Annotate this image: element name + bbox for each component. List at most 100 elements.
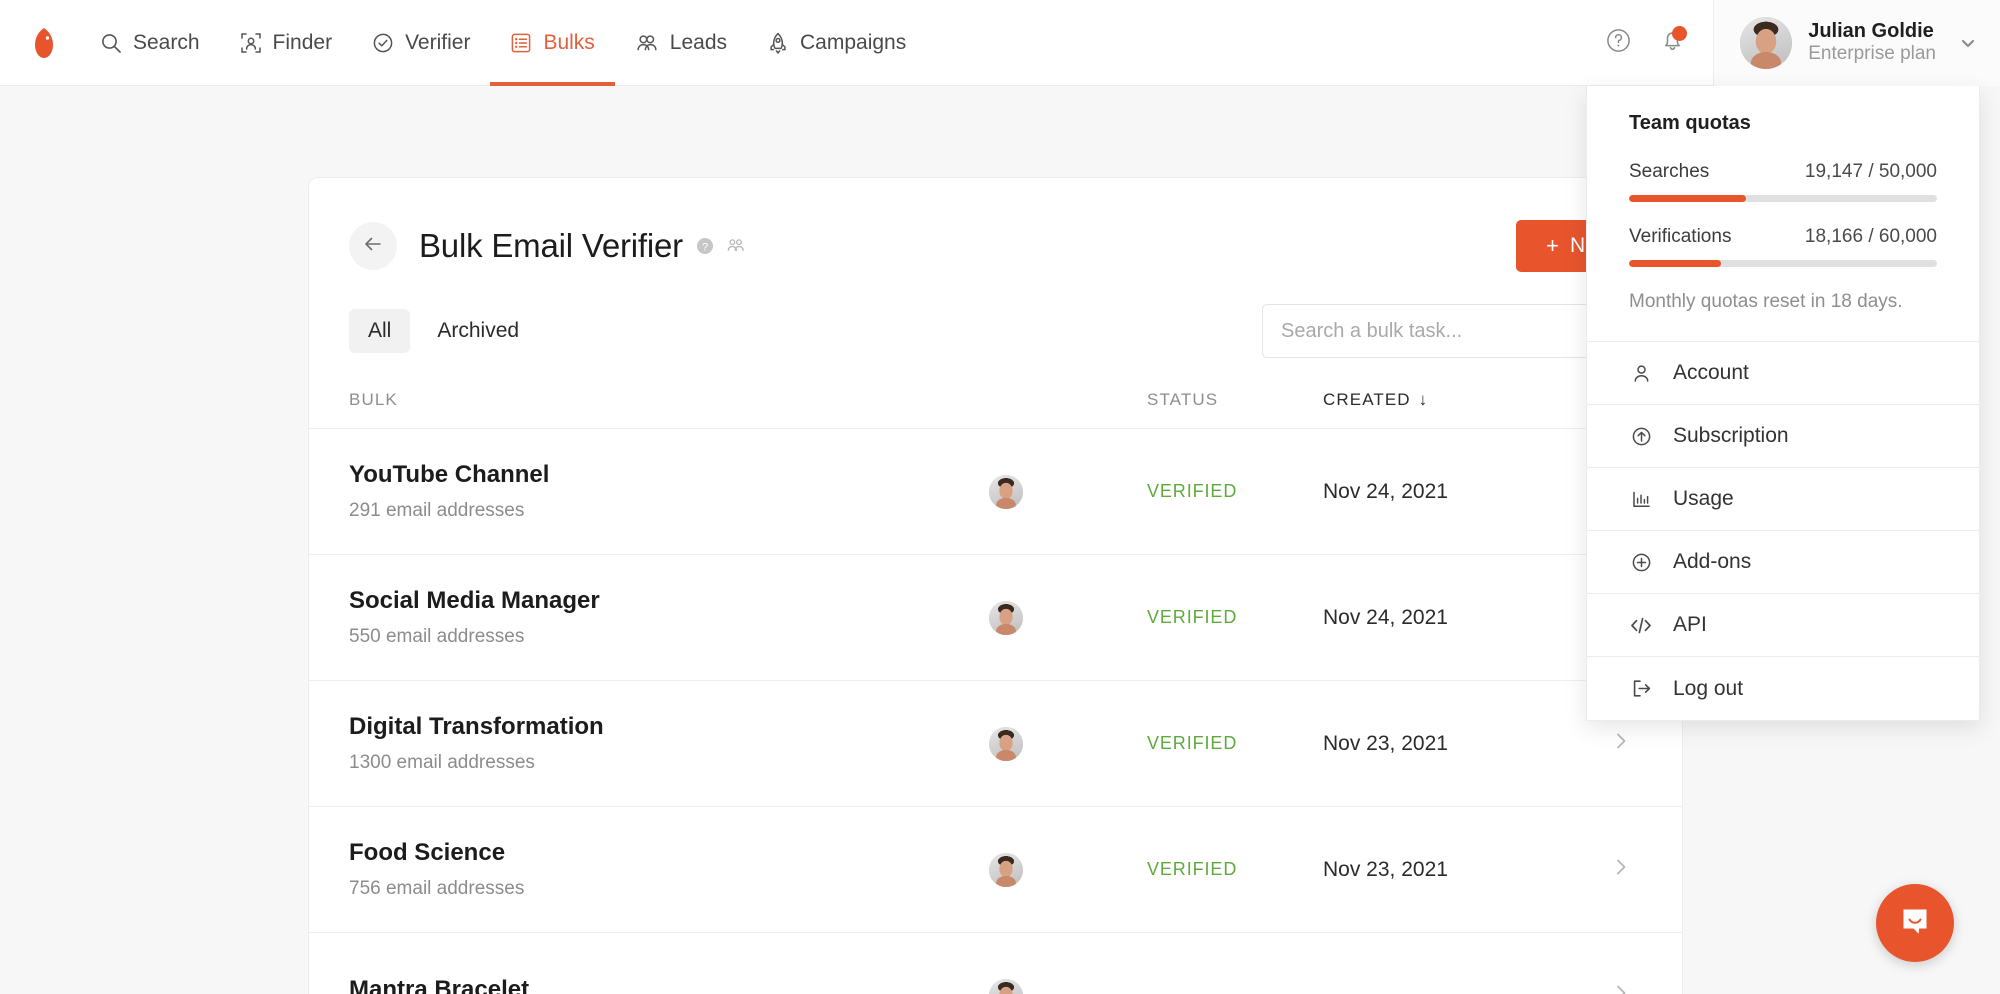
search-input[interactable]: [1281, 319, 1623, 343]
row-owner-cell: [989, 726, 1147, 761]
avatar: [989, 852, 1023, 887]
notifications-button[interactable]: [1645, 0, 1699, 86]
chevron-right-icon: [1610, 730, 1632, 757]
row-email-count: 756 email addresses: [349, 878, 525, 899]
nav-right-actions: Julian Goldie Enterprise plan: [1591, 0, 2000, 86]
row-owner-cell: [989, 852, 1147, 887]
menu-item-account[interactable]: Account: [1587, 342, 1979, 405]
verifier-icon: [372, 32, 394, 54]
table-row[interactable]: Food Science 756 email addresses VERIFIE…: [309, 807, 1682, 933]
team-quotas-section: Team quotas Searches 19,147 / 50,000 Ver…: [1587, 86, 1979, 342]
user-name: Julian Goldie: [1808, 19, 1934, 42]
avatar: [989, 978, 1023, 994]
top-navigation-bar: Search Finder Verifier Bulks Leads Campa…: [0, 0, 2000, 86]
chat-bubble-icon: [1895, 901, 1935, 946]
bulks-card: Bulk Email Verifier ? + New All Archived…: [308, 177, 1683, 994]
column-header-status: STATUS: [1147, 390, 1219, 409]
back-button[interactable]: [349, 222, 397, 270]
nav-item-verifier[interactable]: Verifier: [352, 0, 490, 86]
row-name: Social Media Manager: [349, 587, 600, 614]
row-open-chevron[interactable]: [1553, 730, 1642, 757]
row-created-cell: Nov 24, 2021: [1323, 605, 1448, 629]
logout-icon: [1629, 678, 1653, 699]
user-plan: Enterprise plan: [1808, 43, 1936, 65]
status-badge: VERIFIED: [1147, 607, 1238, 627]
app-logo[interactable]: [8, 26, 80, 60]
tab-archived[interactable]: Archived: [418, 309, 538, 353]
chat-launcher-button[interactable]: [1876, 884, 1954, 962]
team-people-icon[interactable]: [725, 236, 747, 256]
chevron-right-icon: [1610, 982, 1632, 994]
bar-chart-icon: [1629, 489, 1653, 510]
row-bulk-cell: Digital Transformation 1300 email addres…: [349, 713, 989, 774]
team-quotas-title: Team quotas: [1629, 112, 1751, 134]
row-status-cell: VERIFIED: [1147, 481, 1323, 502]
menu-item-api[interactable]: API: [1587, 594, 1979, 657]
row-bulk-cell: YouTube Channel 291 email addresses: [349, 461, 989, 522]
row-created-cell: Nov 23, 2021: [1323, 731, 1448, 755]
nav-item-search[interactable]: Search: [80, 0, 220, 86]
table-row[interactable]: Social Media Manager 550 email addresses…: [309, 555, 1682, 681]
user-account-dropdown: Team quotas Searches 19,147 / 50,000 Ver…: [1586, 86, 1980, 721]
row-bulk-cell: Social Media Manager 550 email addresses: [349, 587, 989, 648]
table-row[interactable]: YouTube Channel 291 email addresses VERI…: [309, 429, 1682, 555]
card-toolbar: All Archived: [309, 278, 1682, 364]
row-owner-cell: [989, 978, 1147, 994]
row-name: Mantra Bracelet: [349, 976, 530, 994]
quota-row-searches: Searches 19,147 / 50,000: [1629, 161, 1937, 183]
sort-descending-icon: ↓: [1418, 390, 1429, 409]
svg-text:?: ?: [702, 241, 708, 253]
row-bulk-cell: Mantra Bracelet: [349, 976, 989, 994]
table-header-row: BULK STATUS CREATED ↓: [309, 364, 1682, 429]
status-badge: VERIFIED: [1147, 733, 1238, 753]
row-name: Food Science: [349, 839, 506, 866]
row-owner-cell: [989, 474, 1147, 509]
table-row[interactable]: Digital Transformation 1300 email addres…: [309, 681, 1682, 807]
avatar: [989, 726, 1023, 761]
menu-label-api: API: [1673, 613, 1707, 636]
nav-label-search: Search: [133, 30, 200, 54]
notification-badge-dot: [1672, 25, 1688, 41]
avatar: [1740, 16, 1793, 69]
menu-item-subscription[interactable]: Subscription: [1587, 405, 1979, 468]
menu-item-log-out[interactable]: Log out: [1587, 657, 1979, 720]
menu-item-usage[interactable]: Usage: [1587, 468, 1979, 531]
help-circle-icon: [1605, 27, 1632, 59]
row-name: Digital Transformation: [349, 713, 604, 740]
row-open-chevron[interactable]: [1553, 856, 1642, 883]
bulks-icon: [510, 32, 532, 54]
quota-progress-fill: [1629, 260, 1722, 267]
finder-icon: [240, 32, 262, 54]
nav-item-leads[interactable]: Leads: [615, 0, 747, 86]
user-menu-trigger[interactable]: Julian Goldie Enterprise plan: [1713, 0, 2000, 86]
menu-item-add-ons[interactable]: Add-ons: [1587, 531, 1979, 594]
row-created-cell: Nov 24, 2021: [1323, 479, 1448, 503]
nav-item-finder[interactable]: Finder: [220, 0, 353, 86]
nav-item-bulks[interactable]: Bulks: [490, 0, 616, 86]
row-bulk-cell: Food Science 756 email addresses: [349, 839, 989, 900]
avatar: [989, 474, 1023, 509]
tab-all[interactable]: All: [349, 309, 411, 353]
table-row[interactable]: Mantra Bracelet: [309, 933, 1682, 994]
search-bulk-task-box[interactable]: [1262, 304, 1642, 358]
help-badge-icon[interactable]: ?: [695, 236, 715, 256]
chevron-right-icon: [1610, 856, 1632, 883]
menu-label-account: Account: [1673, 361, 1749, 384]
row-status-cell: VERIFIED: [1147, 859, 1323, 880]
nav-item-campaigns[interactable]: Campaigns: [747, 0, 926, 86]
row-created-cell: Nov 23, 2021: [1323, 857, 1448, 881]
column-header-bulk: BULK: [349, 390, 398, 409]
row-status-cell: VERIFIED: [1147, 607, 1323, 628]
quota-progress-fill: [1629, 195, 1747, 202]
nav-label-campaigns: Campaigns: [800, 30, 907, 54]
page-title: Bulk Email Verifier: [419, 227, 683, 264]
card-header: Bulk Email Verifier ? + New: [309, 178, 1682, 278]
nav-label-leads: Leads: [669, 30, 728, 54]
plus-icon: +: [1546, 233, 1559, 258]
column-header-created[interactable]: CREATED ↓: [1323, 390, 1553, 410]
row-open-chevron[interactable]: [1553, 982, 1642, 994]
status-badge: VERIFIED: [1147, 859, 1238, 879]
help-button[interactable]: [1591, 0, 1645, 86]
circle-plus-icon: [1629, 552, 1653, 573]
quota-row-verifications: Verifications 18,166 / 60,000: [1629, 226, 1937, 248]
